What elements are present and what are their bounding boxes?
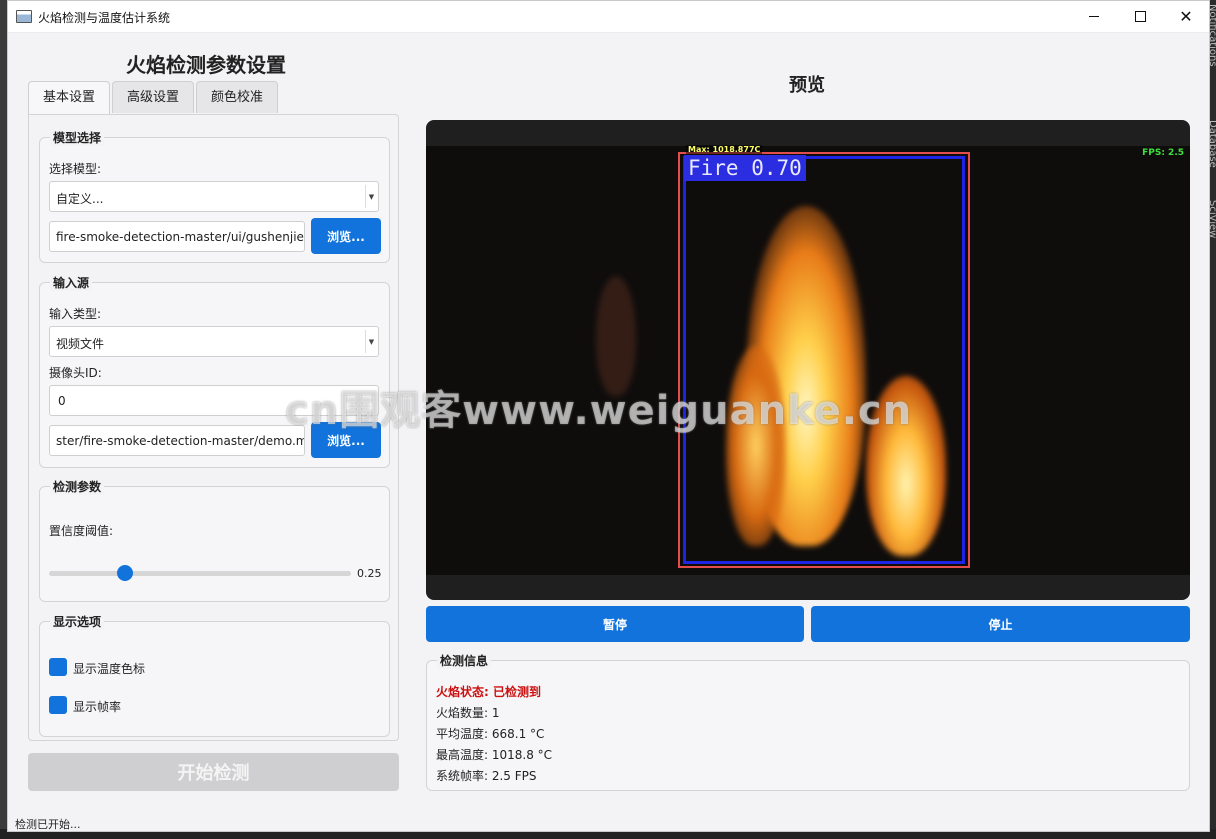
max-temperature: 最高温度: 1018.8 °C	[436, 748, 553, 762]
detection-box	[683, 156, 965, 564]
preview-frame: Max: 1018.877C Fire 0.70 FPS: 2.5	[426, 120, 1190, 600]
video-path-value: ster/fire-smoke-detection-master/demo.mp…	[56, 434, 305, 448]
model-group: 模型选择 选择模型: 自定义... ▼ fire-smoke-detection…	[39, 129, 390, 263]
display-options-title: 显示选项	[50, 613, 105, 630]
input-group: 输入源 输入类型: 视频文件 ▼ 摄像头ID: 0 ster/fire-smok…	[39, 274, 390, 468]
detection-info-title: 检测信息	[437, 652, 492, 669]
input-type-select[interactable]: 视频文件 ▼	[49, 326, 379, 357]
chevron-down-icon: ▼	[365, 330, 377, 353]
model-select[interactable]: 自定义... ▼	[49, 181, 379, 212]
confidence-slider[interactable]	[49, 565, 351, 581]
input-group-title: 输入源	[50, 274, 93, 291]
average-temperature: 平均温度: 668.1 °C	[436, 727, 545, 741]
maximize-icon	[1134, 11, 1146, 22]
confidence-slider-handle[interactable]	[116, 565, 133, 581]
model-select-label: 选择模型:	[49, 162, 102, 176]
model-select-value: 自定义...	[56, 192, 104, 206]
temperature-colorbar-checkbox[interactable]	[49, 658, 67, 676]
pause-button[interactable]: 暂停	[426, 606, 804, 642]
system-framerate: 系统帧率: 2.5 FPS	[436, 769, 537, 783]
fire-count: 火焰数量: 1	[436, 706, 500, 720]
video-frame: Max: 1018.877C Fire 0.70 FPS: 2.5	[426, 145, 1190, 575]
detection-params-group: 检测参数 置信度阈值: 0.25	[39, 478, 390, 602]
video-path-input[interactable]: ster/fire-smoke-detection-master/demo.mp…	[49, 425, 305, 456]
tab-basic-settings[interactable]: 基本设置	[28, 81, 111, 115]
app-icon	[16, 10, 32, 23]
camera-id-value: 0	[58, 394, 66, 408]
framerate-checkbox[interactable]	[49, 696, 67, 714]
input-type-value: 视频文件	[56, 337, 105, 351]
window-title: 火焰检测与温度估计系统	[38, 11, 171, 25]
close-icon: ✕	[1179, 6, 1193, 26]
chevron-down-icon: ▼	[365, 185, 377, 208]
close-button[interactable]: ✕	[1163, 1, 1209, 32]
start-detection-button[interactable]: 开始检测	[28, 753, 399, 791]
model-path-input[interactable]: fire-smoke-detection-master/ui/gushenjie…	[49, 221, 305, 252]
tab-color-calibration[interactable]: 颜色校准	[196, 81, 279, 113]
max-temperature-label: Max: 1018.877C	[686, 145, 763, 154]
maximize-button[interactable]	[1117, 1, 1163, 32]
minimize-button[interactable]	[1071, 1, 1117, 32]
detection-info-group: 检测信息 火焰状态: 已检测到 火焰数量: 1 平均温度: 668.1 °C 最…	[426, 652, 1190, 791]
stop-button[interactable]: 停止	[811, 606, 1190, 642]
input-type-label: 输入类型:	[49, 307, 102, 321]
detection-label: Fire 0.70	[684, 155, 806, 181]
title-bar[interactable]: 火焰检测与温度估计系统 ✕	[8, 1, 1209, 33]
tab-advanced-settings[interactable]: 高级设置	[112, 81, 195, 113]
confidence-value: 0.25	[357, 567, 382, 580]
model-group-title: 模型选择	[50, 129, 105, 146]
framerate-label: 显示帧率	[73, 700, 122, 714]
preview-title: 预览	[789, 75, 825, 96]
confidence-label: 置信度阈值:	[49, 524, 114, 538]
watermark: cn围观客www.weiguanke.cn	[285, 388, 913, 434]
settings-title: 火焰检测参数设置	[126, 53, 286, 77]
camera-id-label: 摄像头ID:	[49, 366, 102, 380]
status-bar-text: 检测已开始...	[15, 818, 81, 831]
fps-overlay: FPS: 2.5	[1142, 148, 1184, 158]
minimize-icon	[1089, 16, 1099, 17]
model-path-value: fire-smoke-detection-master/ui/gushenjie…	[56, 230, 305, 244]
fire-status: 火焰状态: 已检测到	[436, 685, 541, 699]
detection-params-title: 检测参数	[50, 478, 105, 495]
display-options-group: 显示选项 显示温度色标 显示帧率	[39, 613, 390, 737]
temperature-colorbar-label: 显示温度色标	[73, 662, 146, 676]
settings-tabs: 基本设置 高级设置 颜色校准	[28, 81, 280, 115]
model-browse-button[interactable]: 浏览...	[311, 218, 381, 254]
